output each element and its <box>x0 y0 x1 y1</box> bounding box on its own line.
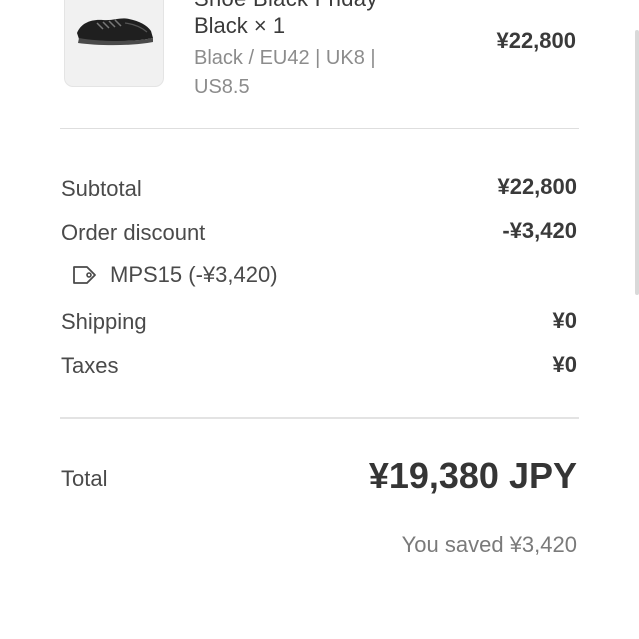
divider <box>60 417 579 419</box>
shipping-value: ¥0 <box>552 308 577 333</box>
line-item-price: ¥22,800 <box>496 28 576 53</box>
product-variant-detail: Black / EU42 | UK8 | US8.5 <box>194 47 376 98</box>
total-label: Total <box>61 466 108 491</box>
order-discount-value: -¥3,420 <box>502 218 577 243</box>
scrollbar[interactable] <box>635 30 639 295</box>
savings-text: You saved ¥3,420 <box>401 532 577 557</box>
product-title: Shoe Black Friday <box>194 0 378 12</box>
subtotal-value: ¥22,800 <box>497 174 577 199</box>
total-amount: ¥19,380 JPY <box>368 455 577 496</box>
subtotal-label: Subtotal <box>61 176 142 201</box>
shipping-label: Shipping <box>61 309 147 334</box>
taxes-label: Taxes <box>61 353 119 378</box>
product-variant-quantity: Black × 1 <box>194 13 286 38</box>
discount-code-row: MPS15 (-¥3,420) <box>72 262 278 288</box>
discount-code-text: MPS15 (-¥3,420) <box>110 262 278 287</box>
taxes-value: ¥0 <box>552 352 577 377</box>
tag-icon <box>72 264 98 286</box>
shoe-image <box>77 18 153 46</box>
product-thumbnail <box>64 0 164 87</box>
divider <box>60 128 579 129</box>
order-discount-label: Order discount <box>61 220 206 245</box>
